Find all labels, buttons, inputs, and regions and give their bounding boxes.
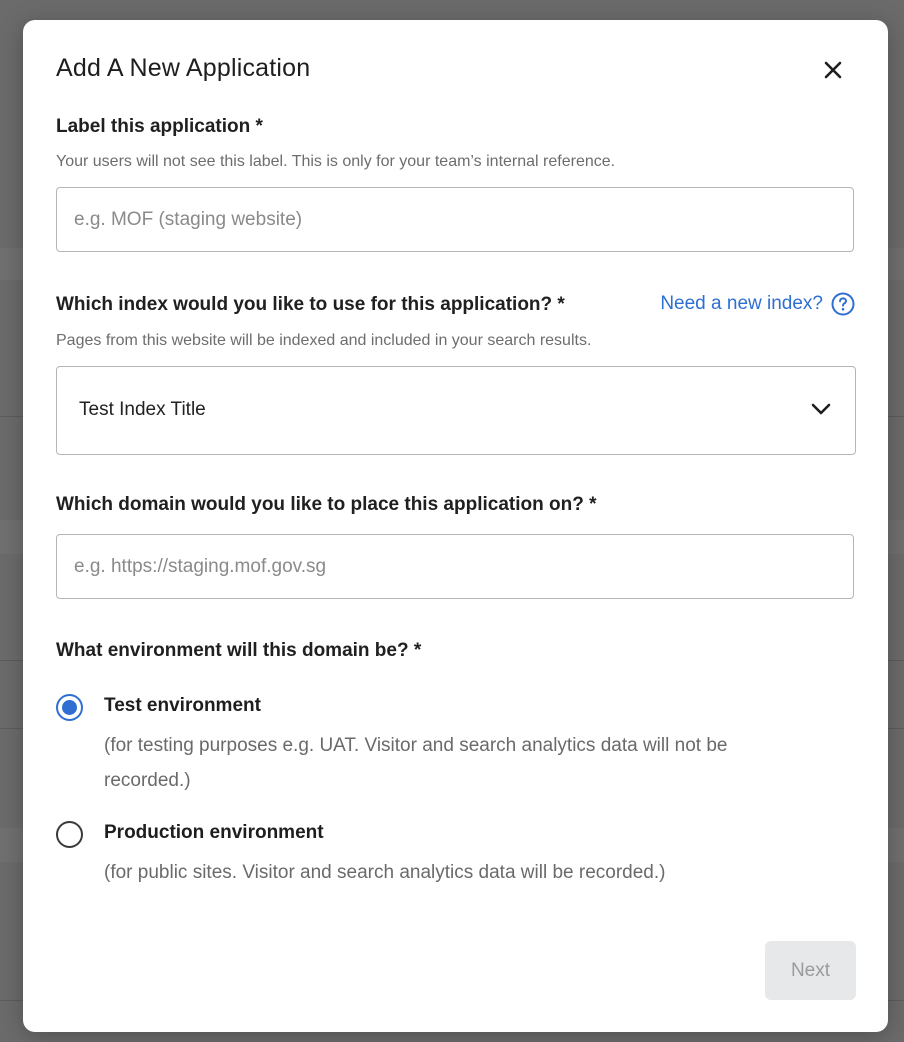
test-environment-description: (for testing purposes e.g. UAT. Visitor … — [104, 735, 728, 791]
application-label-input[interactable] — [56, 187, 854, 252]
test-environment-radio[interactable] — [56, 694, 83, 721]
need-new-index-link[interactable]: Need a new index? — [660, 292, 855, 316]
index-select[interactable]: Test Index Title — [56, 366, 856, 455]
index-select-value: Test Index Title — [79, 399, 206, 420]
add-application-modal: Add A New Application Label this applica… — [23, 20, 888, 1032]
index-field-help: Pages from this website will be indexed … — [56, 332, 592, 349]
need-new-index-link-text[interactable]: Need a new index? — [660, 293, 823, 315]
close-icon[interactable] — [819, 56, 847, 84]
next-button[interactable]: Next — [765, 941, 856, 1000]
test-environment-title[interactable]: Test environment — [104, 695, 261, 717]
production-environment-radio[interactable] — [56, 821, 83, 848]
production-environment-title[interactable]: Production environment — [104, 822, 324, 844]
label-field-help: Your users will not see this label. This… — [56, 153, 616, 170]
help-circle-icon[interactable] — [831, 292, 855, 316]
chevron-down-icon[interactable] — [809, 401, 833, 417]
domain-field-label: Which domain would you like to place thi… — [56, 494, 597, 515]
production-environment-description: (for public sites. Visitor and search an… — [104, 862, 666, 883]
environment-field-label: What environment will this domain be? * — [56, 640, 422, 661]
domain-input[interactable] — [56, 534, 854, 599]
label-field-label: Label this application * — [56, 116, 263, 137]
modal-title: Add A New Application — [56, 54, 311, 82]
index-field-label: Which index would you like to use for th… — [56, 294, 565, 315]
